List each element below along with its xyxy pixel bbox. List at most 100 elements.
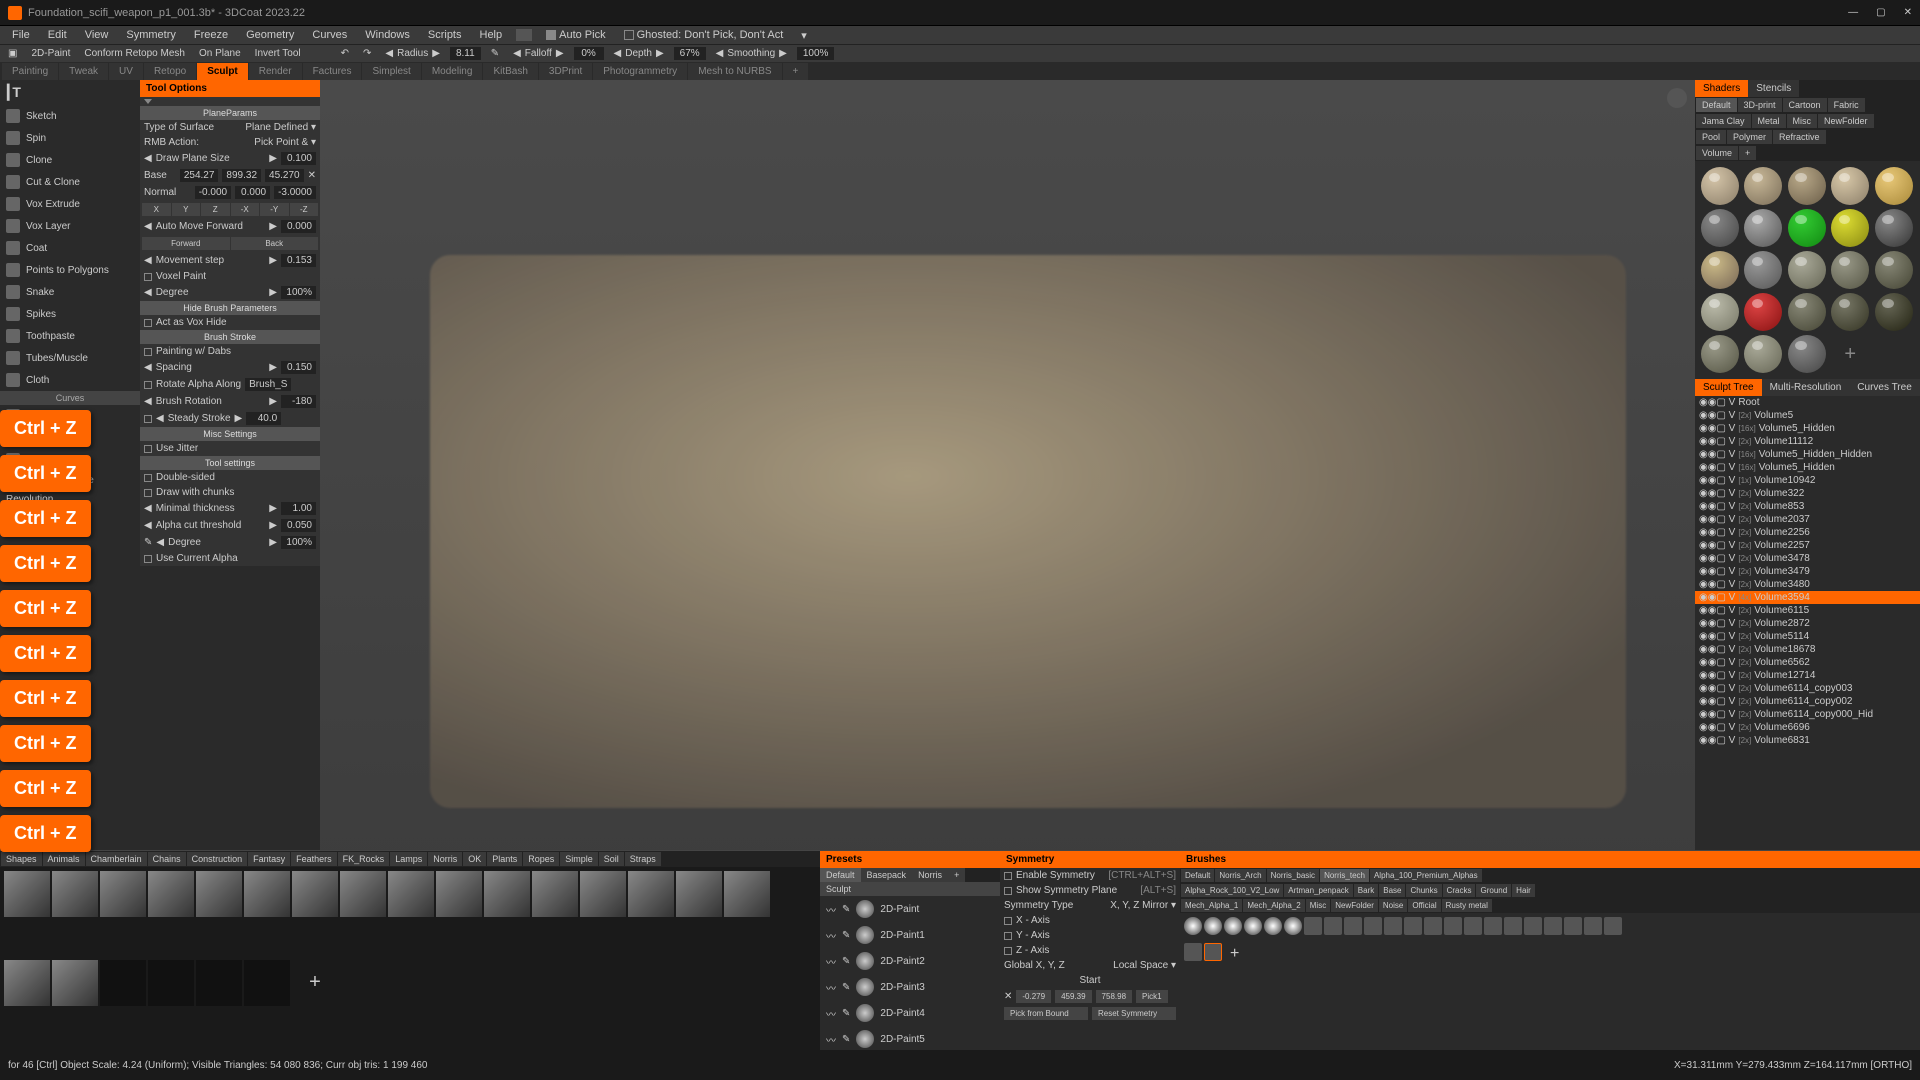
tree-item[interactable]: ◉◉▢ V[2x]Volume11112 <box>1695 435 1920 448</box>
tool-mode[interactable]: 2D-Paint <box>27 46 74 61</box>
room-3dprint[interactable]: 3DPrint <box>539 63 592 80</box>
brush-thumb[interactable] <box>676 871 722 917</box>
degree2-value[interactable]: 100% <box>281 536 316 549</box>
brush-cat[interactable]: Lamps <box>390 852 427 866</box>
alpha-tab[interactable]: Bark <box>1354 884 1378 897</box>
shader-ball[interactable] <box>1831 209 1869 247</box>
brush-thumb[interactable] <box>436 871 482 917</box>
enable-sym-checkbox[interactable] <box>1004 872 1012 880</box>
base-clear-icon[interactable]: ✕ <box>308 170 316 181</box>
menu-symmetry[interactable]: Symmetry <box>118 27 184 43</box>
tree-item[interactable]: ◉◉▢ V[2x]Volume853 <box>1695 500 1920 513</box>
tab-sculpttree[interactable]: Sculpt Tree <box>1695 379 1762 396</box>
zaxis-checkbox[interactable] <box>1004 947 1012 955</box>
shader-ball[interactable] <box>1788 167 1826 205</box>
preset-item[interactable]: 〰✎2D-Paint5 <box>820 1026 1000 1052</box>
brush-cat[interactable]: Simple <box>560 852 598 866</box>
shader-cat-misc[interactable]: Misc <box>1787 114 1818 128</box>
tool-cloth[interactable]: Cloth <box>0 369 140 391</box>
shader-cat-polymer[interactable]: Polymer <box>1727 130 1772 144</box>
alpha-tab[interactable]: Norris_basic <box>1267 869 1319 882</box>
actvox-checkbox[interactable] <box>144 319 152 327</box>
alpha-icon[interactable] <box>1424 917 1442 935</box>
menu-geometry[interactable]: Geometry <box>238 27 302 43</box>
steady-value[interactable]: 40.0 <box>246 412 281 425</box>
steady-checkbox[interactable] <box>144 415 152 423</box>
brush-cat[interactable]: Shapes <box>1 852 42 866</box>
shader-ball[interactable] <box>1744 167 1782 205</box>
alpha-tab[interactable]: Mech_Alpha_1 <box>1181 899 1242 912</box>
smoothing-value[interactable]: 100% <box>797 47 835 60</box>
brush-cat[interactable]: FK_Rocks <box>338 852 390 866</box>
alpha-icon[interactable] <box>1524 917 1542 935</box>
shader-ball[interactable] <box>1788 335 1826 373</box>
forward-button[interactable]: Forward <box>142 237 230 250</box>
invert-checkbox[interactable]: Invert Tool <box>251 46 305 61</box>
tree-item[interactable]: ◉◉▢ V[16x]Volume5_Hidden_Hidden <box>1695 448 1920 461</box>
room-simplest[interactable]: Simplest <box>362 63 420 80</box>
drawchunks-checkbox[interactable] <box>144 489 152 497</box>
alpha-tab[interactable]: Alpha_Rock_100_V2_Low <box>1181 884 1283 897</box>
alpha-icon[interactable] <box>1504 917 1522 935</box>
preset-add-icon[interactable]: + <box>948 868 965 882</box>
alpha-swatch-active[interactable] <box>1204 943 1222 961</box>
room-kitbash[interactable]: KitBash <box>483 63 537 80</box>
tool-pointspoly[interactable]: Points to Polygons <box>0 259 140 281</box>
room-retopo[interactable]: Retopo <box>144 63 196 80</box>
brush-thumb[interactable] <box>100 871 146 917</box>
tree-item[interactable]: ◉◉▢ V[1x]Volume10942 <box>1695 474 1920 487</box>
shader-cat-refractive[interactable]: Refractive <box>1773 130 1826 144</box>
menu-more-icon[interactable]: ▾ <box>793 27 815 44</box>
alpha-icon[interactable] <box>1284 917 1302 935</box>
axis-z-button[interactable]: Z <box>201 203 230 216</box>
alpha-icon[interactable] <box>1384 917 1402 935</box>
spacing-value[interactable]: 0.150 <box>281 361 316 374</box>
shader-ball[interactable] <box>1744 293 1782 331</box>
tree-item[interactable]: ◉◉▢ V[16x]Volume5_Hidden <box>1695 461 1920 474</box>
hide-brush-params[interactable]: Hide Brush Parameters <box>140 301 320 315</box>
autopick-checkbox[interactable]: Auto Pick <box>538 27 613 43</box>
room-photogrammetry[interactable]: Photogrammetry <box>593 63 687 80</box>
shader-add-button[interactable]: + <box>1831 335 1869 373</box>
maximize-button[interactable]: ▢ <box>1876 7 1885 18</box>
alpha-icon[interactable] <box>1584 917 1602 935</box>
drawplane-value[interactable]: 0.100 <box>281 152 316 165</box>
menu-curves[interactable]: Curves <box>304 27 355 43</box>
sym-x-value[interactable]: -0.279 <box>1016 990 1051 1003</box>
falloff-value[interactable]: 0% <box>574 47 604 60</box>
radius-value[interactable]: 8.11 <box>450 47 481 60</box>
alpha-tab[interactable]: Cracks <box>1443 884 1476 897</box>
room-render[interactable]: Render <box>249 63 302 80</box>
minimize-button[interactable]: — <box>1848 7 1858 18</box>
tool-toothpaste[interactable]: Toothpaste <box>0 325 140 347</box>
alpha-tab[interactable]: Norris_tech <box>1320 869 1369 882</box>
brush-thumb[interactable] <box>4 871 50 917</box>
brush-thumb[interactable] <box>244 960 290 1006</box>
alpha-swatch[interactable] <box>1184 943 1202 961</box>
alpha-tab[interactable]: Noise <box>1379 899 1407 912</box>
tree-item[interactable]: ◉◉▢ V[2x]Volume6114_copy000_Hid <box>1695 708 1920 721</box>
alpha-tab[interactable]: NewFolder <box>1331 899 1378 912</box>
alphacut-value[interactable]: 0.050 <box>281 519 316 532</box>
alpha-tab[interactable]: Default <box>1181 869 1214 882</box>
movement-value[interactable]: 0.153 <box>281 254 316 267</box>
shader-ball[interactable] <box>1875 167 1913 205</box>
brush-cat[interactable]: Chamberlain <box>86 852 147 866</box>
automove-value[interactable]: 0.000 <box>281 220 316 233</box>
shader-cat-fabric[interactable]: Fabric <box>1828 98 1865 112</box>
alpha-tab[interactable]: Alpha_100_Premium_Alphas <box>1370 869 1482 882</box>
pen-icon[interactable]: ✎ <box>144 537 152 548</box>
alpha-tab[interactable]: Norris_Arch <box>1215 869 1265 882</box>
pen-icon[interactable]: ✎ <box>487 46 503 61</box>
brush-thumb[interactable] <box>52 871 98 917</box>
brush-cat[interactable]: OK <box>463 852 486 866</box>
undo-icon[interactable]: ↶ <box>337 46 353 61</box>
tree-item[interactable]: ◉◉▢ V[2x]Volume322 <box>1695 487 1920 500</box>
shader-ball[interactable] <box>1701 251 1739 289</box>
alpha-icon[interactable] <box>1444 917 1462 935</box>
preset-item[interactable]: 〰✎2D-Paint3 <box>820 974 1000 1000</box>
pick-button[interactable]: Pick1 <box>1136 990 1168 1003</box>
tree-item[interactable]: ◉◉▢ V[2x]Volume2872 <box>1695 617 1920 630</box>
axis-negz-button[interactable]: -Z <box>290 203 319 216</box>
shader-cat-default[interactable]: Default <box>1696 98 1737 112</box>
